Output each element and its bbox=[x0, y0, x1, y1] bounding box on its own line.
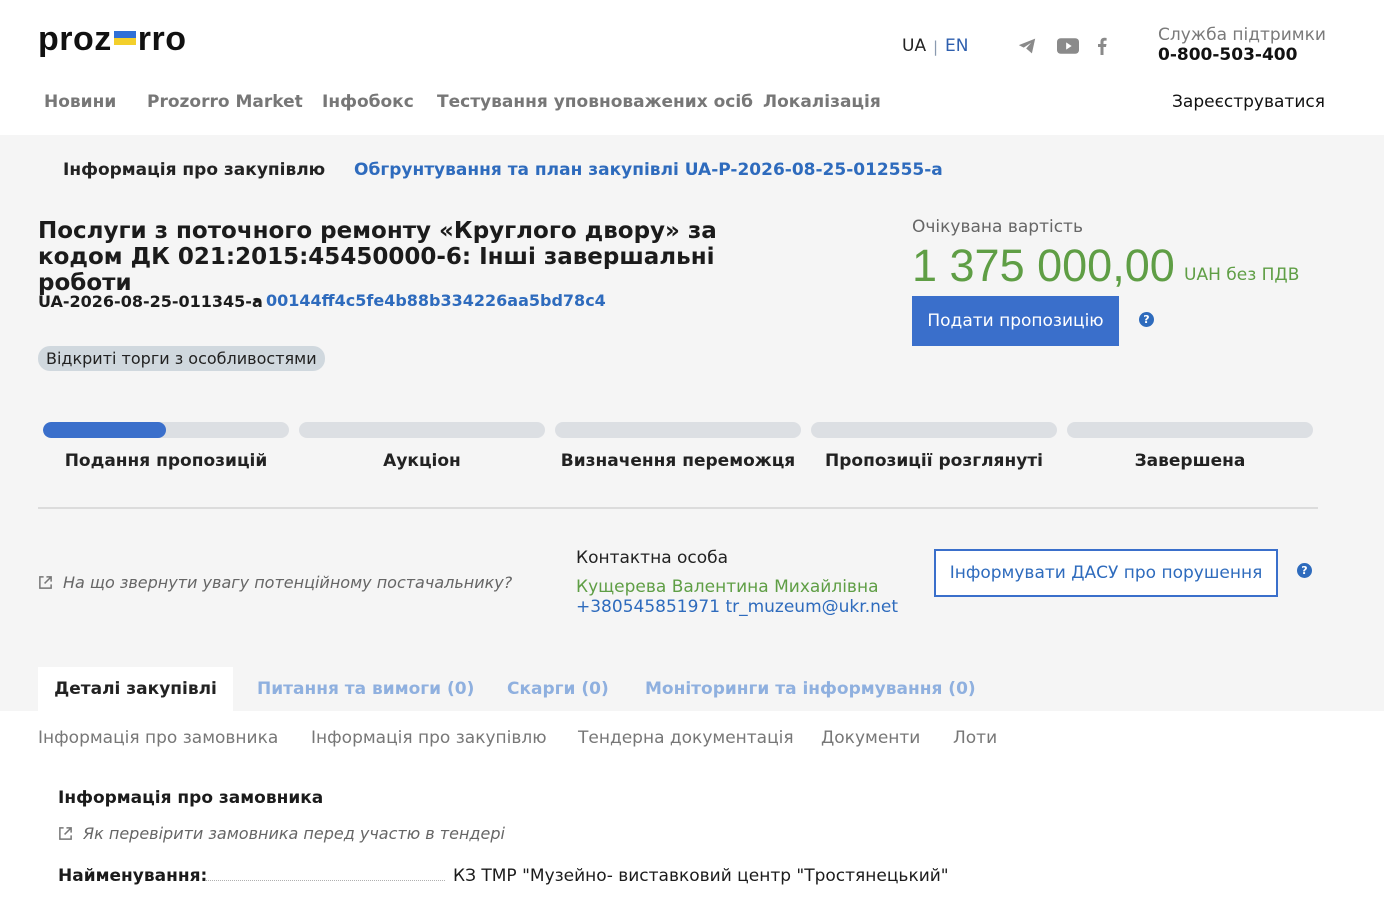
tender-hash-link[interactable]: 00144ff4c5fe4b88b334226aa5bd78c4 bbox=[266, 291, 606, 310]
customer-check-link[interactable]: Як перевірити замовника перед участю в т… bbox=[58, 824, 505, 843]
subtab-lots[interactable]: Лоти bbox=[953, 728, 997, 748]
currency-label: UAH без ПДВ bbox=[1184, 265, 1300, 285]
nav-news[interactable]: Новини bbox=[44, 92, 116, 112]
supplier-hint-text: На що звернути увагу потенційному постач… bbox=[63, 573, 513, 592]
facebook-icon[interactable] bbox=[1091, 36, 1113, 56]
help-icon[interactable]: ? bbox=[1139, 312, 1154, 327]
section-divider bbox=[38, 507, 1318, 509]
logo-text-right: rro bbox=[137, 20, 187, 58]
breadcrumb-procurement-info[interactable]: Інформація про закупівлю bbox=[63, 160, 325, 180]
support-title: Служба підтримки bbox=[1158, 25, 1326, 45]
nav-prozorro-market[interactable]: Prozorro Market bbox=[147, 92, 303, 112]
tab-complaints[interactable]: Скарги (0) bbox=[507, 667, 609, 711]
subtab-customer-info[interactable]: Інформація про замовника bbox=[38, 728, 278, 748]
stage-progress-fill bbox=[43, 422, 166, 438]
ukraine-flag-icon bbox=[113, 30, 136, 45]
stage-progress-2 bbox=[299, 422, 545, 438]
stage-progress-1 bbox=[43, 422, 289, 438]
customer-name-value: КЗ ТМР "Музейно- виставковий центр "Трос… bbox=[453, 866, 949, 886]
tender-title: Послуги з поточного ремонту «Круглого дв… bbox=[38, 218, 717, 296]
dasu-help-icon[interactable]: ? bbox=[1297, 563, 1312, 578]
inform-dasu-button[interactable]: Інформувати ДАСУ про порушення bbox=[934, 549, 1278, 597]
logo-text-left: proz bbox=[38, 20, 112, 58]
tender-id: UA-2026-08-25-011345-a bbox=[38, 292, 263, 311]
breadcrumb-plan-link[interactable]: Обгрунтування та план закупівлі UA-P-202… bbox=[354, 160, 943, 180]
customer-section-title: Інформація про замовника bbox=[58, 788, 324, 808]
stage-label-reviewed: Пропозиції розглянуті bbox=[825, 451, 1043, 471]
expected-amount: 1 375 000,00 bbox=[912, 240, 1175, 291]
customer-check-text: Як перевірити замовника перед участю в т… bbox=[83, 824, 505, 843]
stage-progress-5 bbox=[1067, 422, 1313, 438]
external-link-icon bbox=[39, 576, 52, 589]
subtab-tender-docs[interactable]: Тендерна документація bbox=[578, 728, 794, 748]
lang-ua[interactable]: UA bbox=[902, 36, 926, 56]
lang-en[interactable]: EN bbox=[945, 36, 968, 56]
tab-questions[interactable]: Питання та вимоги (0) bbox=[257, 667, 474, 711]
stage-label-submission: Подання пропозицій bbox=[64, 451, 268, 471]
tab-details[interactable]: Деталі закупівлі bbox=[38, 667, 233, 711]
procedure-badge: Відкриті торги з особливостями bbox=[38, 346, 325, 371]
stage-progress-3 bbox=[555, 422, 801, 438]
submit-proposal-button[interactable]: Подати пропозицію bbox=[912, 296, 1119, 346]
subtab-procurement-info[interactable]: Інформація про закупівлю bbox=[311, 728, 547, 748]
site-header: proz rro UA | EN Служба підтримки 0-800-… bbox=[0, 0, 1384, 135]
stage-label-completed: Завершена bbox=[1134, 451, 1246, 471]
stage-label-winner: Визначення переможця bbox=[560, 451, 796, 471]
nav-infobox[interactable]: Інфобокс bbox=[322, 92, 414, 112]
id-separator: • bbox=[252, 291, 262, 310]
customer-name-label: Найменування: bbox=[58, 866, 208, 886]
tab-monitoring[interactable]: Моніторинги та інформування (0) bbox=[645, 667, 976, 711]
expected-value-label: Очікувана вартість bbox=[912, 217, 1083, 237]
contact-label: Контактна особа bbox=[576, 548, 729, 568]
stage-label-auction: Аукціон bbox=[383, 451, 461, 471]
nav-localization[interactable]: Локалізація bbox=[763, 92, 881, 112]
external-link-icon bbox=[59, 827, 72, 840]
youtube-icon[interactable] bbox=[1057, 36, 1079, 56]
contact-name: Кущерева Валентина Михайлівна bbox=[576, 577, 879, 597]
prozorro-logo[interactable]: proz rro bbox=[38, 20, 187, 59]
telegram-icon[interactable] bbox=[1016, 36, 1038, 56]
contact-phone-email[interactable]: +380545851971 tr_muzeum@ukr.net bbox=[576, 597, 898, 617]
support-phone[interactable]: 0-800-503-400 bbox=[1158, 45, 1297, 65]
stage-progress-4 bbox=[811, 422, 1057, 438]
supplier-hint-link[interactable]: На що звернути увагу потенційному постач… bbox=[38, 573, 512, 592]
subtab-documents[interactable]: Документи bbox=[821, 728, 920, 748]
nav-testing[interactable]: Тестування уповноважених осіб bbox=[437, 92, 753, 112]
register-link[interactable]: Зареєструватися bbox=[1172, 92, 1325, 112]
lang-separator: | bbox=[933, 38, 939, 56]
dotted-leader bbox=[205, 880, 445, 881]
